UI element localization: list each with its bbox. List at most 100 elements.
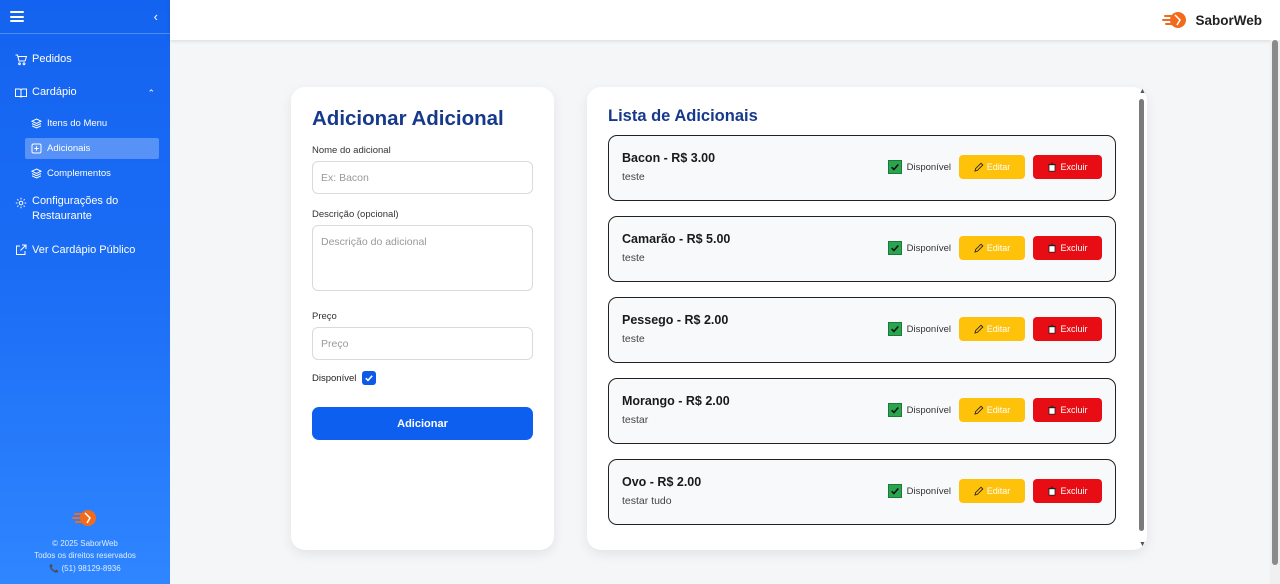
submenu-item-label: Adicionais (47, 142, 91, 154)
trash-icon (1048, 324, 1057, 334)
list-item: Bacon - R$ 3.00 teste Disponível Editar … (608, 135, 1116, 201)
cart-icon (15, 54, 27, 66)
submenu-item-label: Complementos (47, 167, 111, 179)
add-button[interactable]: Adicionar (312, 407, 533, 440)
list-item: Ovo - R$ 2.00 testar tudo Disponível Edi… (608, 459, 1116, 525)
sidebar-item-cardapio[interactable]: Cardápio ⌃ (0, 79, 170, 106)
check-icon (890, 406, 899, 414)
sidebar-nav: Pedidos Cardápio ⌃ Itens do Menu Adicion… (0, 34, 170, 264)
edit-button[interactable]: Editar (959, 236, 1025, 260)
brand[interactable]: SaborWeb (1161, 9, 1262, 31)
name-label: Nome do adicional (312, 145, 391, 156)
gear-icon (15, 197, 27, 209)
sidebar-footer: © 2025 SaborWeb Todos os direitos reserv… (0, 507, 170, 576)
name-placeholder: Ex: Bacon (321, 171, 369, 184)
footer-rights: Todos os direitos reservados (34, 551, 136, 561)
edit-button[interactable]: Editar (959, 155, 1025, 179)
saborweb-logo-icon (72, 509, 96, 526)
chevron-up-icon[interactable]: ⌃ (147, 87, 155, 100)
name-input[interactable]: Ex: Bacon (312, 161, 533, 194)
available-label: Disponível (906, 161, 951, 173)
edit-label: Editar (986, 486, 1011, 496)
delete-button[interactable]: Excluir (1033, 317, 1102, 341)
trash-icon (1048, 405, 1057, 415)
edit-label: Editar (986, 243, 1011, 253)
sidebar-item-label: Ver Cardápio Público (32, 243, 136, 256)
list-item: Camarão - R$ 5.00 teste Disponível Edita… (608, 216, 1116, 282)
delete-label: Excluir (1060, 162, 1088, 172)
scroll-down-arrow-icon[interactable]: ▼ (1139, 541, 1146, 548)
trash-icon (1048, 162, 1057, 172)
plus-square-icon (31, 143, 42, 154)
delete-button[interactable]: Excluir (1033, 479, 1102, 503)
delete-button[interactable]: Excluir (1033, 236, 1102, 260)
available-label: Disponível (906, 404, 951, 416)
check-icon (890, 163, 899, 171)
footer-copyright: © 2025 SaborWeb (52, 538, 118, 548)
submenu-item-complementos[interactable]: Complementos (25, 163, 159, 184)
delete-button[interactable]: Excluir (1033, 398, 1102, 422)
available-checkbox[interactable] (887, 484, 902, 498)
layers-icon (31, 168, 42, 179)
check-icon (365, 375, 374, 382)
collapse-sidebar-icon[interactable]: ‹ (154, 9, 158, 24)
pencil-icon (974, 162, 984, 172)
edit-label: Editar (986, 405, 1011, 415)
sidebar-item-pedidos[interactable]: Pedidos (0, 46, 170, 73)
available-checkbox[interactable] (887, 322, 902, 336)
price-label: Preço (312, 311, 337, 322)
price-placeholder: Preço (321, 337, 349, 350)
list-scrollbar-thumb[interactable] (1139, 99, 1144, 531)
list-item: Morango - R$ 2.00 testar Disponível Edit… (608, 378, 1116, 444)
available-label: Disponível (312, 372, 357, 384)
sidebar: ‹ Pedidos Cardápio ⌃ Itens do Menu Adici… (0, 0, 170, 584)
item-actions: Disponível Editar Excluir (887, 317, 1102, 341)
list-scrollbar[interactable]: ▲ ▼ (1137, 88, 1147, 548)
edit-label: Editar (986, 324, 1011, 334)
pencil-icon (974, 405, 984, 415)
sidebar-item-label: Cardápio (32, 86, 77, 99)
list-item: Pessego - R$ 2.00 teste Disponível Edita… (608, 297, 1116, 363)
submenu-item-itens-do-menu[interactable]: Itens do Menu (25, 113, 159, 134)
trash-icon (1048, 486, 1057, 496)
price-input[interactable]: Preço (312, 327, 533, 360)
available-row: Disponível (312, 371, 533, 385)
saborweb-logo-icon (1162, 12, 1187, 28)
hamburger-menu-icon[interactable] (10, 11, 24, 22)
available-checkbox[interactable] (887, 160, 902, 174)
edit-label: Editar (986, 162, 1011, 172)
available-checkbox[interactable] (887, 241, 902, 255)
available-label: Disponível (906, 323, 951, 335)
external-link-icon (15, 244, 27, 256)
pencil-icon (974, 243, 984, 253)
add-addon-form: Adicionar Adicional Nome do adicional Ex… (291, 87, 554, 550)
page-scrollbar[interactable] (1270, 40, 1280, 584)
delete-label: Excluir (1060, 405, 1088, 415)
edit-button[interactable]: Editar (959, 479, 1025, 503)
scroll-up-arrow-icon[interactable]: ▲ (1139, 88, 1146, 95)
check-icon (890, 325, 899, 333)
item-actions: Disponível Editar Excluir (887, 398, 1102, 422)
available-label: Disponível (906, 485, 951, 497)
form-title: Adicionar Adicional (312, 107, 504, 130)
available-checkbox[interactable] (887, 403, 902, 417)
item-actions: Disponível Editar Excluir (887, 236, 1102, 260)
sidebar-item-label: Configurações do Restaurante (32, 194, 119, 223)
cardapio-submenu: Itens do Menu Adicionais Complementos (0, 113, 170, 184)
description-label: Descrição (opcional) (312, 209, 399, 220)
edit-button[interactable]: Editar (959, 398, 1025, 422)
delete-button[interactable]: Excluir (1033, 155, 1102, 179)
page-scrollbar-thumb[interactable] (1272, 40, 1278, 565)
available-checkbox[interactable] (362, 371, 377, 385)
sidebar-item-configuracoes[interactable]: Configurações do Restaurante (0, 188, 170, 231)
delete-label: Excluir (1060, 243, 1088, 253)
delete-label: Excluir (1060, 486, 1088, 496)
description-textarea[interactable]: Descrição do adicional (312, 225, 533, 291)
phone-icon: 📞 (49, 564, 60, 574)
edit-button[interactable]: Editar (959, 317, 1025, 341)
pencil-icon (974, 486, 984, 496)
submenu-item-adicionais[interactable]: Adicionais (25, 137, 159, 159)
available-label: Disponível (906, 242, 951, 254)
sidebar-item-ver-cardapio-publico[interactable]: Ver Cardápio Público (0, 237, 170, 264)
delete-label: Excluir (1060, 324, 1088, 334)
